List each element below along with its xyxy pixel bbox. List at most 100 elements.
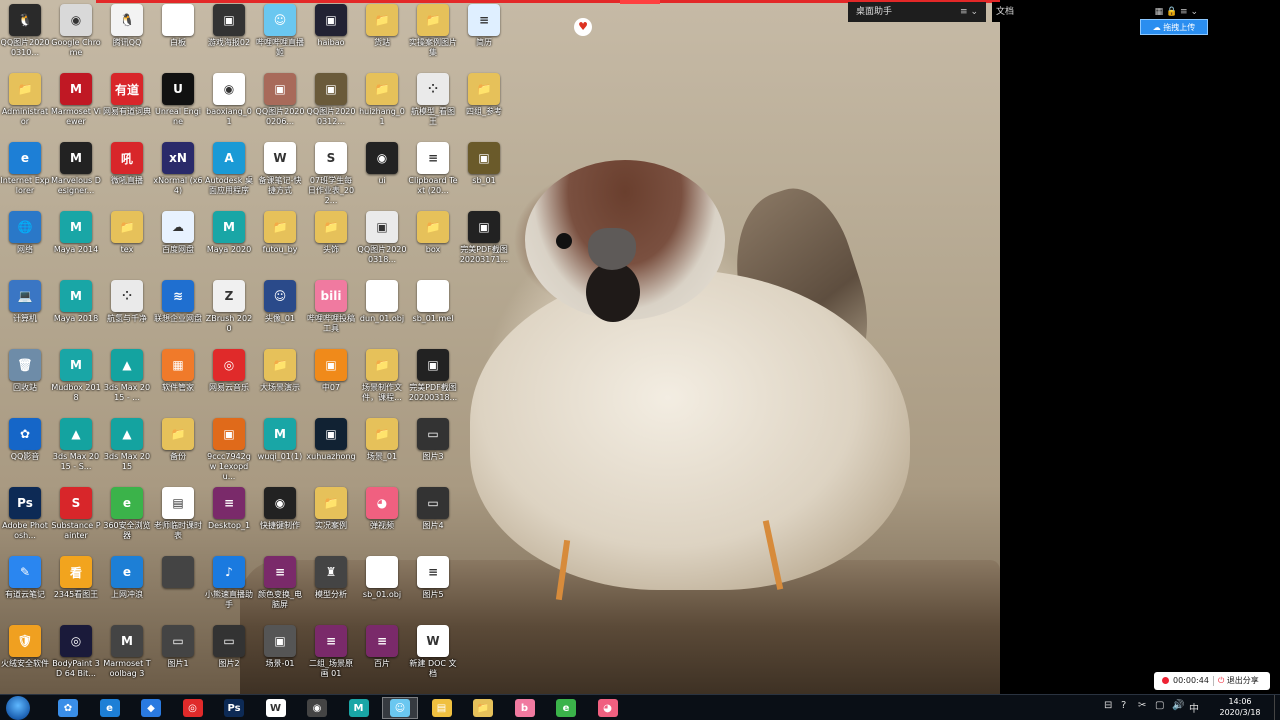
desktop-shortcut[interactable]: 📁 tex (102, 207, 152, 273)
desktop-shortcut[interactable]: ▭ 图片4 (408, 483, 458, 549)
desktop-shortcut[interactable]: ≋ 联想企业网盘 (153, 276, 203, 342)
tray-icon[interactable]: ⊟ (1104, 700, 1112, 711)
desktop-shortcut[interactable]: ◉ baoxiang_01 (204, 69, 254, 135)
desktop-shortcut[interactable]: M Maya 2020 (204, 207, 254, 273)
desktop-shortcut[interactable]: W 备课笔记-快捷方式 (255, 138, 305, 204)
tray-icon[interactable]: 🔊 (1172, 700, 1184, 711)
tray-icon[interactable]: 中 (1189, 700, 1199, 715)
desktop-shortcut[interactable]: ▣ 中07 (306, 345, 356, 411)
desktop-shortcut[interactable]: ≡ 二组_场景原画 01 (306, 621, 356, 687)
taskbar-app-button[interactable]: ✿ (50, 697, 86, 719)
desktop-shortcut[interactable]: ▲ 3ds Max 2015 (102, 414, 152, 480)
taskbar-app-button[interactable]: e (548, 697, 584, 719)
desktop-shortcut[interactable]: 🐧 腾讯QQ (102, 0, 152, 66)
tray-icon[interactable]: ? (1121, 700, 1126, 711)
desktop-shortcut[interactable]: 📁 场景_01 (357, 414, 407, 480)
tray-icon[interactable]: ✂ (1138, 700, 1146, 711)
desktop-shortcut[interactable]: ▭ 图片2 (204, 621, 254, 687)
desktop-shortcut[interactable]: ◉ 快捷键制作 (255, 483, 305, 549)
desktop-shortcut[interactable]: ▣ 完美PDF截图20203171... (459, 207, 509, 273)
desktop-shortcut[interactable]: ▣ QQ图片20200206... (255, 69, 305, 135)
desktop-shortcut[interactable]: 🗑 回收站 (0, 345, 50, 411)
desktop-shortcut[interactable]: 📁 实操案例图片集 (408, 0, 458, 66)
desktop-shortcut[interactable]: ✎ 有道云笔记 (0, 552, 50, 618)
desktop-shortcut[interactable]: 📁 货站 (357, 0, 407, 66)
desktop-shortcut[interactable]: S 07班学生每日作业表_202... (306, 138, 356, 205)
desktop-shortcut[interactable]: 💻 计算机 (0, 276, 50, 342)
desktop-shortcut[interactable]: ▣ xuhuazhong (306, 414, 356, 480)
desktop-shortcut[interactable]: ◉ ui (357, 138, 407, 204)
desktop-shortcut[interactable]: ▣ QQ图片20200312... (306, 69, 356, 135)
desktop-shortcut[interactable]: ▲ 3ds Max 2015 - ... (102, 345, 152, 411)
desktop-shortcut[interactable]: W 新建 DOC 文档 (408, 621, 458, 687)
taskbar-app-button[interactable]: ◆ (133, 697, 169, 719)
desktop-shortcut[interactable]: sb_01.mel (408, 276, 458, 342)
desktop-shortcut[interactable]: ≡ 颜色变换_电脑屏 (255, 552, 305, 618)
desktop-shortcut[interactable]: ≡ 图片5 (408, 552, 458, 618)
desktop-shortcut[interactable]: ✿ QQ影音 (0, 414, 50, 480)
desktop-shortcut[interactable]: 📁 Administrator (0, 69, 50, 135)
desktop-shortcut[interactable]: ▣ 场景-01 (255, 621, 305, 687)
desktop-shortcut[interactable]: M Maya 2018 (51, 276, 101, 342)
desktop-shortcut[interactable]: ≡ 百片 (357, 621, 407, 687)
desktop-shortcut[interactable]: A Autodesk 桌面应用程序 (204, 138, 254, 204)
desktop-shortcut[interactable]: Mwuqi_01(1) (255, 414, 305, 480)
desktop-shortcut[interactable]: 有道 网易有道词典 (102, 69, 152, 135)
desktop-shortcut[interactable]: M Mudbox 2018 (51, 345, 101, 411)
desktop-shortcut[interactable]: 📁 实况案例 (306, 483, 356, 549)
desktop-shortcut[interactable]: S Substance Painter (51, 483, 101, 549)
desktop-shortcut[interactable]: 🛡 火绒安全软件 (0, 621, 50, 687)
desktop-shortcut[interactable]: ▭ 图片1 (153, 621, 203, 687)
desktop-shortcut[interactable]: 🌐 网络 (0, 207, 50, 273)
exit-share-button[interactable]: 退出分享 (1227, 676, 1259, 685)
taskbar-app-button[interactable]: W (258, 697, 294, 719)
drag-upload-button[interactable]: ☁ 拖拽上传 (1140, 19, 1208, 35)
taskbar-app-button[interactable]: 📁 (465, 697, 501, 719)
desktop-shortcut[interactable]: M Marmoset Viewer (51, 69, 101, 135)
desktop-shortcut[interactable]: 吼微吼直播 (102, 138, 152, 204)
desktop-shortcut[interactable]: ≡ 简历 (459, 0, 509, 66)
desktop-shortcut[interactable]: ◉ Google Chrome (51, 0, 101, 66)
taskbar-app-button[interactable]: ◉ (299, 697, 335, 719)
desktop-shortcut[interactable]: 📁 头饰 (306, 207, 356, 273)
desktop-shortcut[interactable]: ☺ 头像_01 (255, 276, 305, 342)
taskbar-app-button[interactable]: ◕ (590, 697, 626, 719)
desktop-shortcut[interactable]: ▣ 9ccc7942gw 1exopdu... (204, 414, 254, 481)
desktop-shortcut[interactable]: M Marvelous Designer... (51, 138, 101, 204)
desktop-shortcut[interactable]: M Marmoset Toolbag 3 (102, 621, 152, 687)
share-border-handle[interactable] (620, 0, 660, 4)
taskbar-app-button[interactable]: e (92, 697, 128, 719)
desktop-shortcut[interactable]: 📁 box (408, 207, 458, 273)
desktop-shortcut[interactable] (153, 552, 203, 618)
desktop-shortcut[interactable]: e Internet Explorer (0, 138, 50, 204)
desktop-shortcut[interactable]: ▦ 软件管家 (153, 345, 203, 411)
desktop-shortcut[interactable]: ⁘ 航氢与千净 (102, 276, 152, 342)
taskbar-app-button[interactable]: ▤ (424, 697, 460, 719)
desktop-shortcut[interactable]: 🐧 QQ图片20200310... (0, 0, 50, 66)
desktop-shortcut[interactable]: ▤ 老师临时课时表 (153, 483, 203, 549)
desktop-shortcut[interactable]: U Unreal Engine (153, 69, 203, 135)
show-desktop-button[interactable] (1274, 695, 1280, 720)
desktop-shortcut[interactable]: M Maya 2014 (51, 207, 101, 273)
desktop-shortcut[interactable]: e 360安全浏览器 (102, 483, 152, 549)
desktop-shortcut[interactable]: 📁 futou_by (255, 207, 305, 273)
desktop-shortcut[interactable]: ◎ 网易云音乐 (204, 345, 254, 411)
desktop-shortcut[interactable]: ♜ 模型分析 (306, 552, 356, 618)
taskbar-app-button[interactable]: ◎ (175, 697, 211, 719)
desktop-shortcut[interactable]: ▲ 3ds Max 2015 - S... (51, 414, 101, 480)
desktop-shortcut[interactable]: ▭ 图片3 (408, 414, 458, 480)
desktop-shortcut[interactable]: sb_01.obj (357, 552, 407, 618)
desktop-shortcut[interactable]: 白板 (153, 0, 203, 66)
desktop-shortcut[interactable]: dun_01.obj (357, 276, 407, 342)
desktop-shortcut[interactable]: e 上网冲浪 (102, 552, 152, 618)
desktop-shortcut[interactable]: Ps Adobe Photosh... (0, 483, 50, 549)
taskbar-app-button[interactable]: ☺ (382, 697, 418, 719)
desktop-shortcut[interactable]: 📁 huizhang_01 (357, 69, 407, 135)
desktop-shortcut[interactable]: ⁘ 航模型_看图王 (408, 69, 458, 135)
taskbar-app-button[interactable]: M (341, 697, 377, 719)
desktop-shortcut[interactable]: Z ZBrush 2020 (204, 276, 254, 342)
taskbar-clock[interactable]: 14:06 2020/3/18 (1212, 696, 1268, 718)
desktop-shortcut[interactable]: ≡ Clipboard Text (20... (408, 138, 458, 204)
desktop-shortcut[interactable]: 📁 场景制作文件，课程... (357, 345, 407, 411)
desktop-shortcut[interactable]: ≡ Desktop_1 (204, 483, 254, 549)
